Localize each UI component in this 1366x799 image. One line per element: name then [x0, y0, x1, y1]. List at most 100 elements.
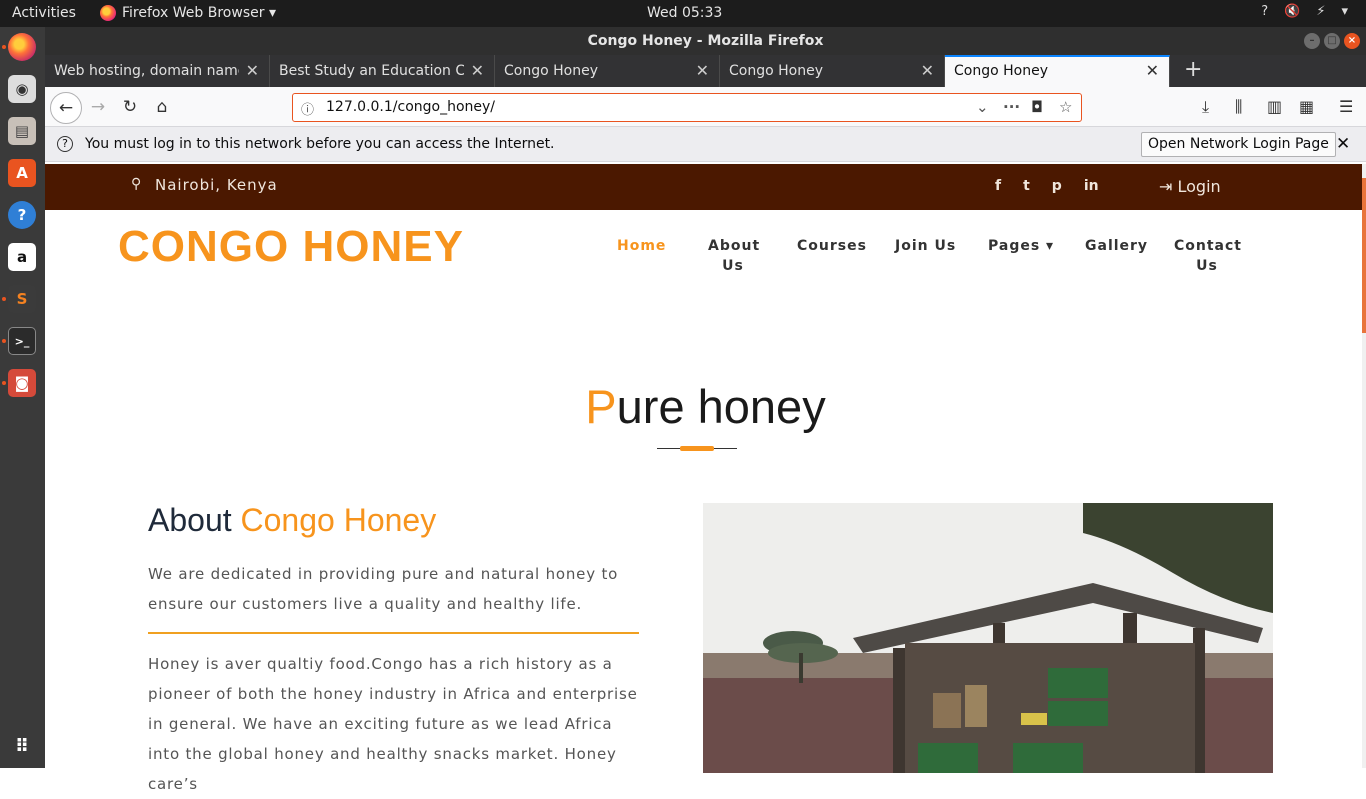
hamburger-menu-icon[interactable]: ☰	[1339, 97, 1353, 116]
login-link[interactable]: ⇥ Login	[1159, 177, 1221, 196]
back-button[interactable]: ←	[50, 92, 82, 124]
maximize-icon[interactable]: □	[1324, 33, 1340, 49]
title-underline	[657, 446, 737, 451]
close-tab-icon[interactable]: ✕	[1146, 61, 1159, 80]
help-icon[interactable]: ?	[1261, 4, 1268, 19]
tab[interactable]: Congo Honey ✕	[495, 55, 720, 87]
chevron-down-icon[interactable]: ⌄	[976, 98, 989, 116]
extension-icon[interactable]: ▦	[1299, 97, 1314, 116]
tab-strip: Web hosting, domain name ✕ Best Study an …	[45, 55, 1366, 87]
close-notification-icon[interactable]: ✕	[1336, 134, 1350, 154]
map-pin-icon: ⚲	[131, 176, 142, 192]
sign-in-icon: ⇥	[1159, 177, 1173, 196]
terminal-icon[interactable]: >_	[8, 327, 36, 355]
tab[interactable]: Web hosting, domain name ✕	[45, 55, 270, 87]
section-title: Pure honey	[45, 379, 1366, 434]
volume-muted-icon[interactable]: 🔇	[1284, 4, 1300, 19]
sublime-text-icon[interactable]: S	[8, 285, 36, 313]
page-scrollbar[interactable]	[1362, 164, 1366, 768]
clock[interactable]: Wed 05:33	[647, 5, 722, 21]
close-tab-icon[interactable]: ✕	[921, 61, 934, 80]
nav-join[interactable]: Join Us	[895, 236, 956, 256]
minimize-icon[interactable]: –	[1304, 33, 1320, 49]
help-launcher-icon[interactable]: ?	[8, 201, 36, 229]
tab[interactable]: Best Study an Education Cat ✕	[270, 55, 495, 87]
files-icon[interactable]: ▤	[8, 117, 36, 145]
reload-icon: ↻	[122, 97, 138, 117]
linkedin-icon[interactable]: in	[1084, 178, 1099, 194]
rhythmbox-icon[interactable]: ◉	[8, 75, 36, 103]
scrollbar-thumb[interactable]	[1362, 178, 1366, 333]
notification-message: You must log in to this network before y…	[85, 136, 555, 152]
open-login-page-button[interactable]: Open Network Login Page	[1141, 132, 1336, 157]
login-label: Login	[1177, 177, 1221, 196]
tab-active[interactable]: Congo Honey ✕	[945, 55, 1170, 87]
nav-gallery[interactable]: Gallery	[1085, 236, 1148, 256]
nav-home[interactable]: Home	[617, 236, 666, 256]
software-center-icon[interactable]: A	[8, 159, 36, 187]
url-bar[interactable]: ⓘ 127.0.0.1/congo_honey/ ⌄ ··· ◘ ☆	[292, 93, 1082, 122]
pinterest-icon[interactable]: p	[1052, 178, 1062, 194]
downloads-icon[interactable]: ⤓	[1202, 97, 1209, 117]
tab-label: Congo Honey	[729, 63, 823, 79]
nav-about[interactable]: About Us	[708, 236, 759, 276]
running-indicator	[2, 339, 6, 343]
firefox-launcher-icon[interactable]	[8, 33, 36, 61]
tab-label: Web hosting, domain name	[54, 63, 239, 79]
close-tab-icon[interactable]: ✕	[246, 61, 259, 80]
section-title-initial: P	[585, 380, 617, 433]
site-top-bar: ⚲ Nairobi, Kenya f t p in ⇥ Login	[45, 164, 1366, 210]
site-logo[interactable]: CONGO HONEY	[118, 222, 464, 272]
close-window-icon[interactable]: ×	[1344, 33, 1360, 49]
about-divider	[148, 632, 639, 634]
page-actions-icon[interactable]: ···	[1003, 98, 1020, 116]
system-tray[interactable]: ? 🔇 ⚡ ▾	[1261, 4, 1348, 19]
facebook-icon[interactable]: f	[995, 178, 1001, 194]
sidebar-icon[interactable]: ▥	[1267, 97, 1282, 116]
power-icon[interactable]: ⚡	[1316, 4, 1325, 19]
about-heading-text: About	[148, 502, 232, 538]
chevron-down-icon[interactable]: ▾	[1341, 4, 1348, 19]
beehive-shelter-photo	[703, 503, 1273, 773]
home-button[interactable]: ⌂	[149, 94, 175, 120]
pocket-icon[interactable]: ◘	[1031, 98, 1043, 116]
tab-label: Best Study an Education Cat	[279, 63, 464, 79]
about-paragraph-1: We are dedicated in providing pure and n…	[148, 565, 619, 613]
window-title: Congo Honey - Mozilla Firefox	[587, 33, 824, 49]
close-tab-icon[interactable]: ✕	[471, 61, 484, 80]
running-indicator	[2, 297, 6, 301]
beehive-illustration	[703, 503, 1273, 773]
library-icon[interactable]: ⫼	[1235, 97, 1242, 117]
home-icon: ⌂	[156, 97, 168, 117]
section-title-rest: ure honey	[616, 380, 826, 433]
about-heading: About Congo Honey	[148, 502, 436, 539]
title-underline-accent	[680, 446, 714, 451]
bookmark-star-icon[interactable]: ☆	[1059, 98, 1072, 116]
screenshot-app-icon[interactable]: ◙	[8, 369, 36, 397]
firefox-icon	[100, 5, 116, 21]
tab-label: Congo Honey	[504, 63, 598, 79]
forward-button[interactable]: →	[85, 94, 111, 120]
running-indicator	[2, 45, 6, 49]
twitter-icon[interactable]: t	[1023, 178, 1030, 194]
url-text[interactable]: 127.0.0.1/congo_honey/	[326, 99, 495, 115]
new-tab-button[interactable]: +	[1170, 55, 1202, 87]
nav-pages-dropdown[interactable]: Pages ▾	[988, 236, 1054, 256]
question-icon: ?	[57, 136, 73, 152]
site-header: CONGO HONEY Home About Us Courses Join U…	[45, 210, 1366, 360]
reload-button[interactable]: ↻	[117, 94, 143, 120]
activities-button[interactable]: Activities	[12, 5, 76, 21]
running-indicator	[2, 381, 6, 385]
show-apps-icon[interactable]: ⠿	[8, 732, 36, 760]
tab[interactable]: Congo Honey ✕	[720, 55, 945, 87]
network-login-notification: ? You must log in to this network before…	[45, 127, 1366, 162]
arrow-left-icon: ←	[58, 98, 74, 118]
nav-courses[interactable]: Courses	[797, 236, 867, 256]
info-icon[interactable]: ⓘ	[301, 99, 314, 118]
about-heading-highlight: Congo Honey	[240, 502, 437, 538]
launcher: ◉ ▤ A ? a S >_ ◙ ⠿	[0, 27, 45, 768]
app-menu[interactable]: Firefox Web Browser ▾	[100, 5, 276, 21]
nav-contact[interactable]: Contact Us	[1174, 236, 1241, 276]
close-tab-icon[interactable]: ✕	[696, 61, 709, 80]
amazon-icon[interactable]: a	[8, 243, 36, 271]
